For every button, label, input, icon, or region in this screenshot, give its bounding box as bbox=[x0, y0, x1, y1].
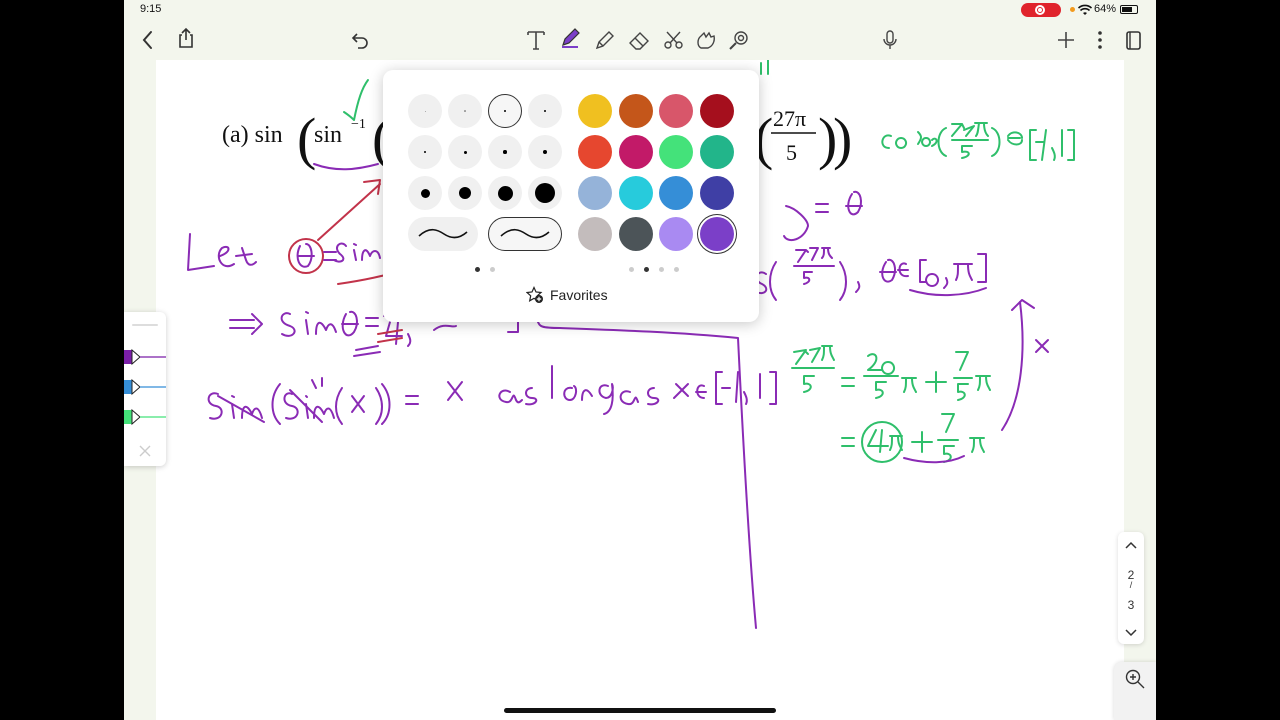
color-swatch-2[interactable] bbox=[618, 94, 653, 128]
battery-percent: 64% bbox=[1094, 3, 1117, 15]
screen-recording-indicator[interactable] bbox=[1021, 3, 1061, 17]
page-navigator: 2 / 3 bbox=[1118, 532, 1144, 644]
pen-size-10-button[interactable] bbox=[448, 176, 482, 210]
pen-size-dot bbox=[497, 185, 513, 201]
color-swatch-15[interactable] bbox=[659, 217, 693, 251]
eraser-tool-icon[interactable] bbox=[625, 26, 653, 54]
star-add-icon bbox=[526, 286, 543, 303]
color-swatch-3[interactable] bbox=[659, 94, 693, 128]
pen-size-8-button[interactable] bbox=[528, 135, 562, 169]
favorite-pens bbox=[124, 348, 166, 426]
close-icon[interactable] bbox=[138, 444, 152, 458]
chevron-up-icon[interactable] bbox=[1124, 540, 1138, 550]
lasso-scissors-icon[interactable] bbox=[660, 26, 688, 54]
fraction-numerator: 27π bbox=[773, 106, 806, 131]
pen-size-2-button[interactable] bbox=[448, 94, 482, 128]
pen-size-dot bbox=[503, 150, 507, 154]
pen-size-dot bbox=[420, 188, 430, 198]
pen-size-6-button[interactable] bbox=[448, 135, 482, 169]
pen-size-dot bbox=[459, 187, 471, 199]
tray-handle[interactable] bbox=[132, 324, 158, 326]
color-swatch-8[interactable] bbox=[699, 135, 734, 169]
shapes-tool-icon[interactable] bbox=[692, 26, 720, 54]
color-swatch-12[interactable] bbox=[699, 176, 734, 210]
favorites-pen-tray bbox=[124, 312, 166, 466]
color-page-dot[interactable] bbox=[659, 267, 664, 272]
stroke-wave-icon bbox=[418, 228, 468, 239]
pen-size-12-button[interactable] bbox=[528, 176, 562, 210]
size-page-dot[interactable] bbox=[490, 267, 495, 272]
color-page-dot[interactable] bbox=[674, 267, 679, 272]
stroke-style-1-button[interactable] bbox=[408, 217, 478, 251]
color-swatch-5[interactable] bbox=[578, 135, 612, 169]
color-swatch-11[interactable] bbox=[659, 176, 693, 210]
color-swatch-13[interactable] bbox=[578, 217, 612, 251]
pages-icon[interactable] bbox=[1119, 26, 1147, 54]
wifi-icon bbox=[1078, 4, 1092, 15]
add-icon[interactable] bbox=[1052, 26, 1080, 54]
size-page-dot[interactable] bbox=[475, 267, 480, 272]
total-pages: 3 bbox=[1127, 598, 1135, 612]
favorites-button[interactable]: Favorites bbox=[526, 286, 608, 304]
zoom-button[interactable] bbox=[1114, 662, 1156, 720]
pen-size-3-button[interactable] bbox=[488, 94, 522, 128]
favorites-label: Favorites bbox=[550, 287, 608, 303]
pen-size-5-button[interactable] bbox=[408, 135, 442, 169]
pen-size-7-button[interactable] bbox=[488, 135, 522, 169]
pen-size-9-button[interactable] bbox=[408, 176, 442, 210]
fraction-denominator: 5 bbox=[786, 140, 797, 165]
problem-label: (a) sin bbox=[222, 122, 283, 148]
favorite-pen-purple-icon bbox=[124, 348, 166, 366]
pen-size-dot bbox=[543, 150, 547, 154]
home-indicator[interactable] bbox=[504, 708, 776, 713]
pen-settings-popover: Favorites bbox=[383, 70, 759, 322]
highlighter-tool-icon[interactable] bbox=[591, 26, 619, 54]
popover-arrow bbox=[558, 60, 576, 70]
pen-size-dot bbox=[424, 110, 426, 112]
stroke-wave-icon bbox=[500, 228, 550, 239]
laser-pointer-icon[interactable] bbox=[725, 26, 753, 54]
pen-size-11-button[interactable] bbox=[488, 176, 522, 210]
microphone-icon[interactable] bbox=[876, 26, 904, 54]
undo-icon[interactable] bbox=[346, 26, 374, 54]
color-swatch-9[interactable] bbox=[578, 176, 612, 210]
favorite-pen-blue-icon bbox=[124, 378, 166, 396]
pen-tool-icon[interactable] bbox=[556, 24, 584, 52]
color-swatch-6[interactable] bbox=[618, 135, 653, 169]
paren-close-2: ) bbox=[833, 106, 852, 171]
color-swatch-16[interactable] bbox=[699, 217, 734, 251]
sin-inverse: sin bbox=[314, 122, 342, 148]
status-time: 9:15 bbox=[140, 3, 162, 15]
color-page-dot[interactable] bbox=[629, 267, 634, 272]
more-icon[interactable] bbox=[1086, 26, 1114, 54]
zoom-magnifier-icon bbox=[1125, 669, 1145, 689]
page-separator: / bbox=[1129, 580, 1133, 590]
ink-green-cos-range bbox=[881, 122, 1075, 161]
battery-icon bbox=[1120, 5, 1138, 14]
pen-size-dot bbox=[535, 183, 555, 203]
mic-in-use-dot bbox=[1070, 7, 1075, 12]
color-swatch-1[interactable] bbox=[578, 94, 612, 128]
pen-size-4-button[interactable] bbox=[528, 94, 562, 128]
ink-green-math bbox=[791, 345, 991, 463]
pen-size-dot bbox=[423, 150, 427, 154]
color-swatch-4[interactable] bbox=[699, 94, 734, 128]
color-swatch-7[interactable] bbox=[659, 135, 693, 169]
pen-size-dot bbox=[464, 110, 466, 112]
text-tool-icon[interactable] bbox=[522, 26, 550, 54]
pen-size-1-button[interactable] bbox=[408, 94, 442, 128]
stroke-style-2-button[interactable] bbox=[488, 217, 562, 251]
color-swatch-14[interactable] bbox=[618, 217, 653, 251]
pen-size-dot bbox=[463, 150, 467, 154]
share-icon[interactable] bbox=[172, 24, 200, 52]
back-chevron-icon[interactable] bbox=[134, 26, 162, 54]
ipad-screen: 9:15 64% (a) sin (sin −1 ((27π 5)) … bbox=[124, 0, 1156, 720]
pen-size-dot bbox=[504, 110, 506, 112]
chevron-down-icon[interactable] bbox=[1124, 628, 1138, 638]
color-swatch-10[interactable] bbox=[618, 176, 653, 210]
pen-size-dot bbox=[544, 110, 546, 112]
color-page-dot[interactable] bbox=[644, 267, 649, 272]
top-toolbar: 9:15 64% bbox=[124, 0, 1156, 60]
favorite-pen-green-icon bbox=[124, 408, 166, 426]
